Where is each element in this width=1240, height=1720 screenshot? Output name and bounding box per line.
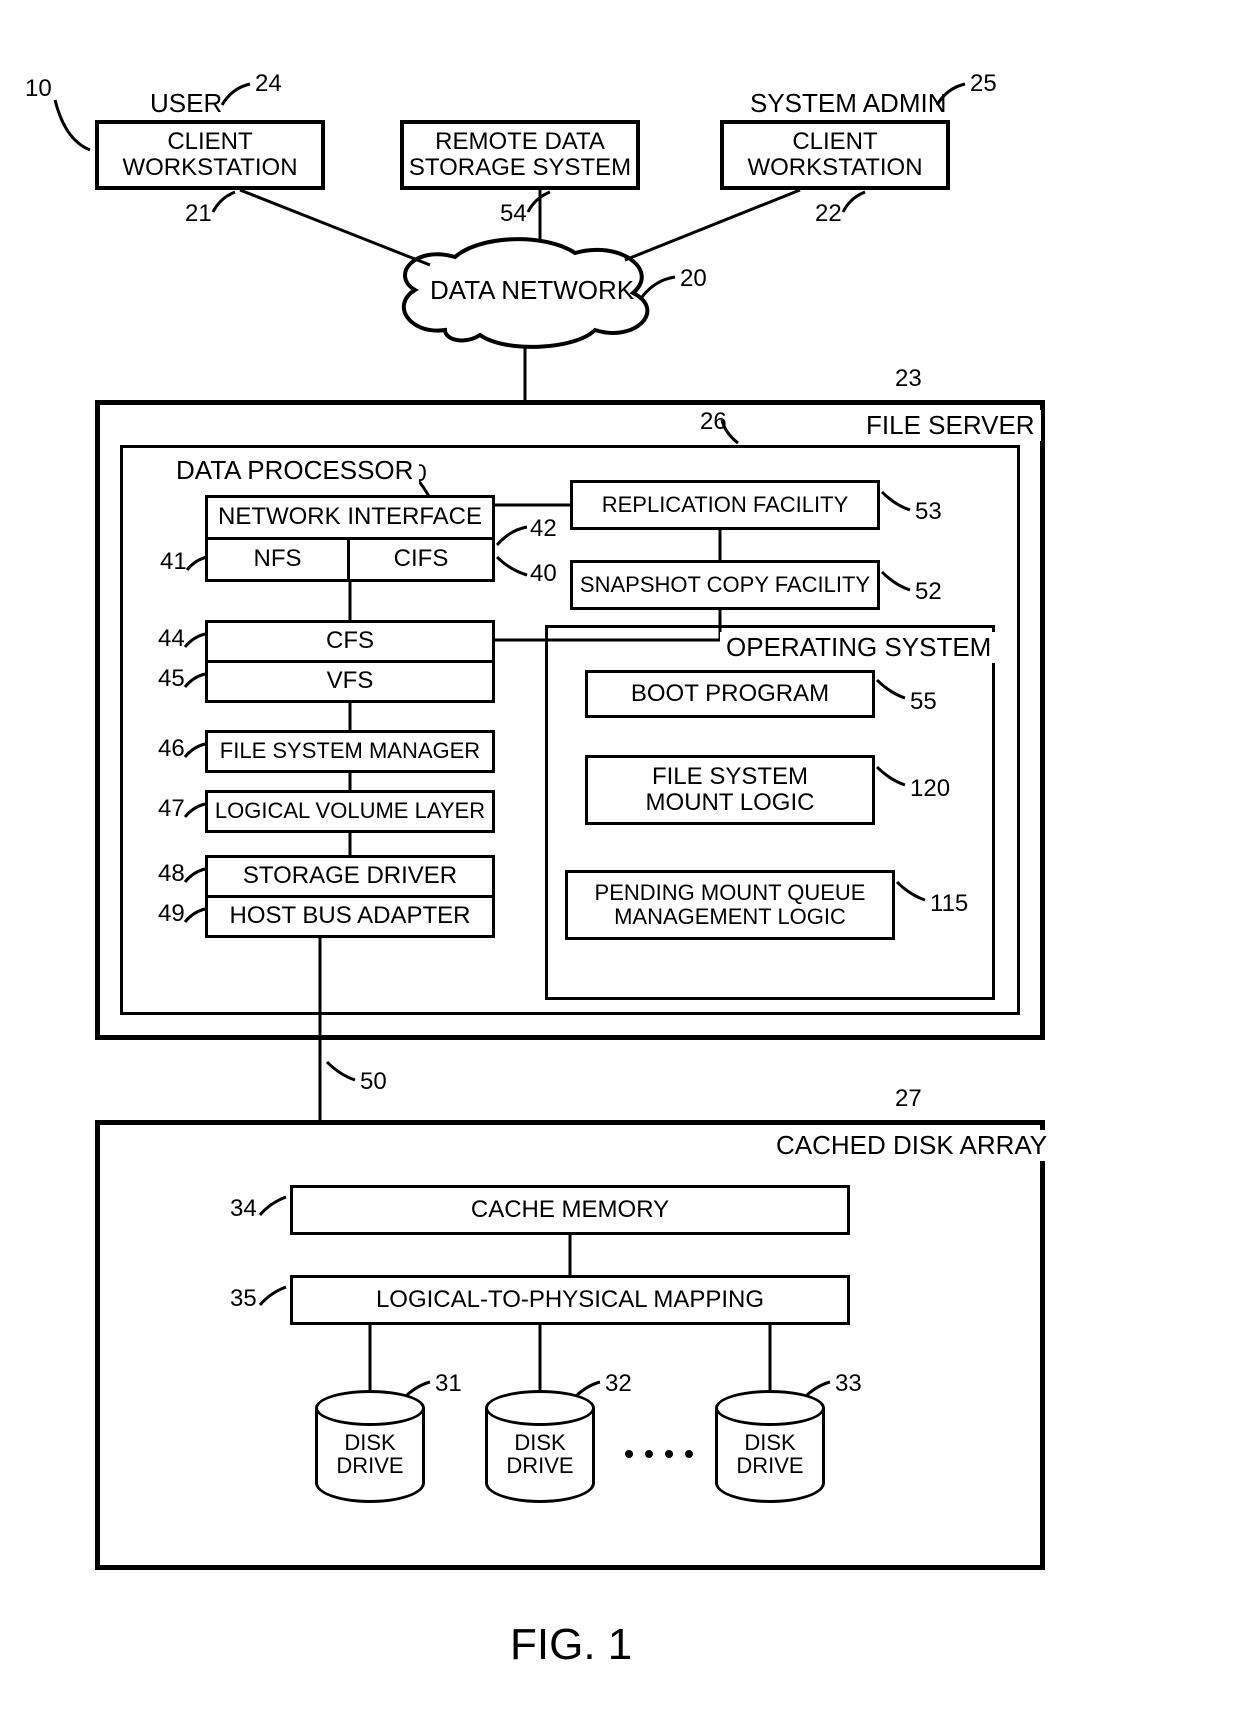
cda-internal-links: [0, 0, 1240, 1600]
ref-d3: 33: [835, 1370, 862, 1398]
ref-d1: 31: [435, 1370, 462, 1398]
label-os: OPERATING SYSTEM: [720, 632, 997, 663]
ellipsis-dot: [665, 1450, 673, 1458]
ellipsis-dot: [685, 1450, 693, 1458]
label-network: DATA NETWORK: [430, 275, 634, 306]
figure-caption: FIG. 1: [510, 1620, 632, 1670]
label-file-server: FILE SERVER: [860, 410, 1041, 441]
ellipsis-dot: [645, 1450, 653, 1458]
label-cda: CACHED DISK ARRAY: [770, 1130, 1053, 1161]
ellipsis-dot: [625, 1450, 633, 1458]
label-data-processor: DATA PROCESSOR: [170, 455, 419, 486]
ref-d2: 32: [605, 1370, 632, 1398]
